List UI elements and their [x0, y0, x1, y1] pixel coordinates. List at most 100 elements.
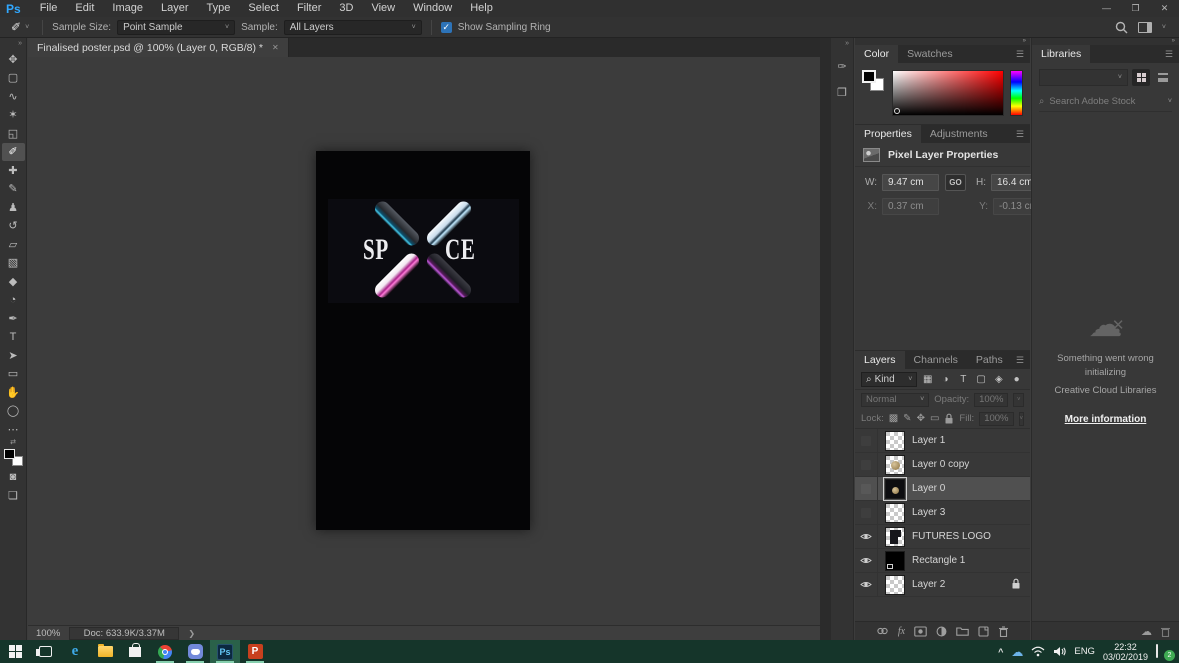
layer-row-selected[interactable]: Layer 0 [855, 477, 1030, 501]
filter-shape-layers-icon[interactable]: ▢ [974, 372, 989, 387]
active-tool-preview[interactable]: ✐ ˅ [7, 20, 33, 34]
taskbar-edge[interactable]: e [60, 640, 90, 663]
more-information-link[interactable]: More information [1065, 414, 1147, 425]
list-view-button[interactable] [1154, 69, 1172, 86]
screen-mode-button[interactable]: ❏ [2, 486, 25, 505]
layer-thumbnail[interactable] [885, 575, 905, 595]
close-button[interactable]: ✕ [1150, 0, 1179, 17]
taskbar-powerpoint[interactable]: P [240, 640, 270, 663]
menu-3d[interactable]: 3D [330, 0, 362, 17]
link-layers-icon[interactable] [876, 626, 889, 636]
filter-toggle-icon[interactable]: ● [1009, 372, 1024, 387]
zoom-level[interactable]: 100% [36, 628, 60, 639]
blur-tool[interactable]: ◆ [2, 272, 25, 291]
delete-layer-icon[interactable] [998, 626, 1009, 637]
doc-size-info[interactable]: Doc: 633.9K/3.37M [69, 627, 179, 640]
layer-thumbnail[interactable] [885, 503, 905, 523]
sample-dropdown[interactable]: All Layers ˅ [284, 20, 422, 35]
tab-adjustments[interactable]: Adjustments [921, 125, 997, 143]
visibility-toggle[interactable] [855, 501, 878, 524]
new-group-icon[interactable] [956, 626, 969, 636]
lock-all-icon[interactable] [944, 413, 954, 424]
sample-size-dropdown[interactable]: Point Sample ˅ [117, 20, 235, 35]
saturation-brightness-field[interactable] [892, 70, 1004, 116]
canvas-viewport[interactable]: SP CE [28, 57, 820, 625]
volume-icon[interactable] [1053, 646, 1066, 657]
tab-close-icon[interactable]: ✕ [272, 43, 279, 52]
new-layer-icon[interactable] [978, 626, 989, 637]
gradient-tool[interactable]: ▧ [2, 254, 25, 273]
document-tab[interactable]: Finalised poster.psd @ 100% (Layer 0, RG… [28, 38, 289, 57]
blend-mode-dropdown[interactable]: Normal ˅ [861, 393, 929, 407]
brush-tool[interactable]: ✎ [2, 180, 25, 199]
taskbar-discord[interactable] [180, 640, 210, 663]
layer-thumbnail[interactable] [885, 527, 905, 547]
minimize-button[interactable]: — [1092, 0, 1121, 17]
lock-pixels-icon[interactable]: ✎ [903, 413, 911, 424]
hand-tool[interactable]: ✋ [2, 383, 25, 402]
tab-libraries[interactable]: Libraries [1032, 45, 1090, 63]
panel-menu-icon[interactable]: ☰ [1016, 49, 1030, 60]
library-search-field[interactable]: ⌕ Search Adobe Stock ˅ [1039, 92, 1172, 112]
healing-brush-tool[interactable]: ✚ [2, 161, 25, 180]
visibility-toggle[interactable] [855, 453, 878, 476]
panel-menu-icon[interactable]: ☰ [1016, 129, 1030, 140]
clone-source-panel-icon[interactable]: ❐ [833, 83, 852, 102]
layer-row[interactable]: FUTURES LOGO [855, 525, 1030, 549]
toolbox-collapse-icon[interactable]: » [14, 38, 26, 50]
tab-swatches[interactable]: Swatches [898, 45, 962, 63]
opacity-field[interactable]: 100% [974, 393, 1008, 407]
layer-thumbnail[interactable] [885, 431, 905, 451]
tab-layers[interactable]: Layers [855, 351, 905, 369]
move-tool[interactable]: ✥ [2, 50, 25, 69]
link-dimensions-icon[interactable]: GO [945, 174, 966, 191]
filter-adjustment-layers-icon[interactable]: ◑ [938, 372, 953, 387]
lock-artboard-icon[interactable]: ▭ [930, 413, 939, 424]
tab-channels[interactable]: Channels [905, 351, 967, 369]
show-sampling-ring-checkbox[interactable]: ✓ [441, 22, 452, 33]
grid-view-button[interactable] [1132, 69, 1150, 86]
taskbar-file-explorer[interactable] [90, 640, 120, 663]
taskbar-photoshop[interactable]: Ps [210, 640, 240, 663]
foreground-background-colors[interactable] [862, 70, 886, 116]
poster-document[interactable]: SP CE [316, 151, 530, 530]
crop-tool[interactable]: ◱ [2, 124, 25, 143]
layer-row[interactable]: Layer 0 copy [855, 453, 1030, 477]
taskbar-microsoft-store[interactable] [120, 640, 150, 663]
expand-panels-icon[interactable]: » [841, 38, 853, 50]
menu-image[interactable]: Image [103, 0, 152, 17]
panel-collapse-strip[interactable]: » [855, 38, 1030, 45]
x-field[interactable]: 0.37 cm [882, 198, 939, 215]
visibility-toggle[interactable] [855, 573, 878, 596]
opacity-dropdown-icon[interactable]: ˅ [1013, 393, 1024, 407]
visibility-toggle[interactable] [855, 477, 878, 500]
cloud-tray-icon[interactable]: ☁ [1011, 645, 1023, 659]
status-arrow-icon[interactable]: ❯ [188, 629, 195, 638]
path-selection-tool[interactable]: ➤ [2, 346, 25, 365]
menu-filter[interactable]: Filter [288, 0, 330, 17]
foreground-color-swatch[interactable] [862, 70, 876, 83]
brushes-panel-icon[interactable]: ✑ [833, 57, 852, 76]
pen-tool[interactable]: ✒ [2, 309, 25, 328]
layer-row[interactable]: Layer 1 [855, 429, 1030, 453]
panel-menu-icon[interactable]: ☰ [1165, 49, 1179, 60]
rectangular-marquee-tool[interactable]: ▢ [2, 69, 25, 88]
delete-library-item-icon[interactable] [1160, 626, 1171, 637]
rectangle-tool[interactable]: ▭ [2, 365, 25, 384]
visibility-toggle[interactable] [855, 429, 878, 452]
foreground-background-colors[interactable] [4, 449, 23, 466]
filter-kind-dropdown[interactable]: ⌕ Kind ˅ [861, 372, 917, 387]
add-layer-mask-icon[interactable] [914, 626, 927, 637]
panel-collapse-strip[interactable]: » [1032, 38, 1179, 45]
menu-select[interactable]: Select [239, 0, 288, 17]
fill-dropdown-icon[interactable]: ˅ [1019, 412, 1025, 426]
filter-pixel-layers-icon[interactable]: ▦ [920, 372, 935, 387]
layer-row[interactable]: Rectangle 1 [855, 549, 1030, 573]
start-button[interactable] [0, 640, 30, 663]
history-brush-tool[interactable]: ↺ [2, 217, 25, 236]
wifi-icon[interactable] [1031, 646, 1045, 657]
lock-transparency-icon[interactable]: ▩ [889, 413, 898, 424]
restore-button[interactable]: ❐ [1121, 0, 1150, 17]
menu-type[interactable]: Type [198, 0, 240, 17]
tab-paths[interactable]: Paths [967, 351, 1012, 369]
